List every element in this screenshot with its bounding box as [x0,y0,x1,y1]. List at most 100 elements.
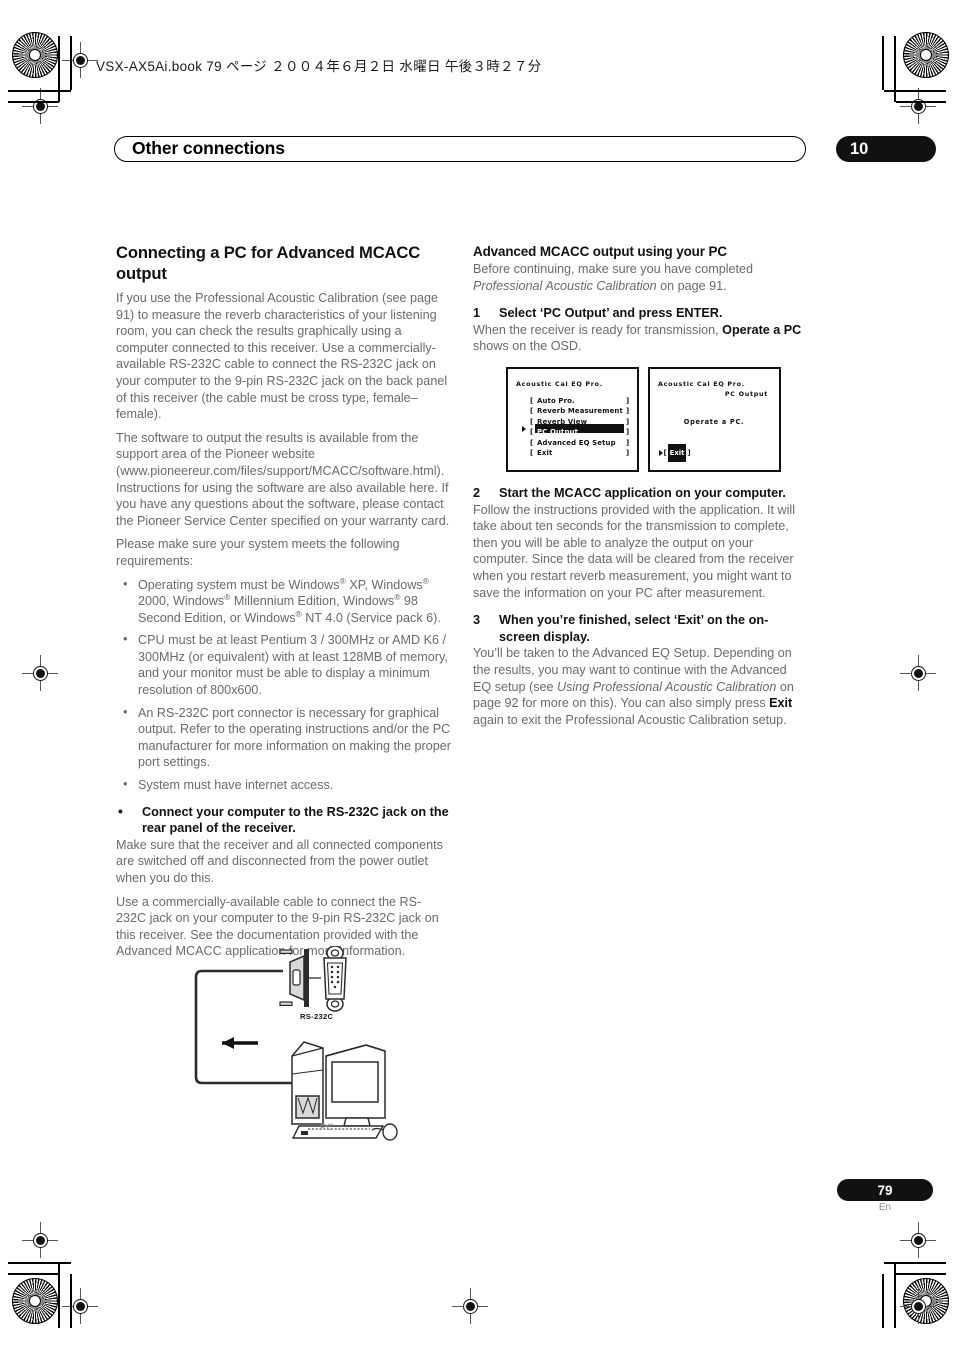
registration-crosshair-right-middle [900,655,936,691]
osd-menu-item-reverb-measurement[interactable]: [ Reverb Measurement ] [522,402,634,415]
page-number-badge: 79 [837,1179,933,1201]
osd-illustration-row: Acoustic Cal EQ Pro. [ Auto Pro. ] [ Rev… [473,366,808,474]
step-3-title: When you’re finished, select ‘Exit’ on t… [499,613,769,644]
diagram-label-rs232c: RS-232C [300,1012,334,1021]
db9-socket-icon [323,946,347,1012]
diagram-label-pc: PC [320,1122,334,1133]
osd-exit-row[interactable]: [ Exit ] [659,444,691,462]
registration-crosshair-bottom-right [900,1288,936,1324]
crop-mark-bottom-left-h2 [8,1273,59,1275]
crop-mark-bottom-right-v [894,1262,896,1328]
step-2-number: 2 [473,485,481,500]
step-2-heading: 2 Start the MCACC application on your com… [473,485,808,502]
crop-mark-top-left-v [58,36,60,102]
crop-mark-bottom-left-h [8,1262,71,1264]
step-3-number: 3 [473,613,481,628]
right-column: Advanced MCACC output using your PC Befo… [473,243,808,735]
list-item: CPU must be at least Pentium 3 / 300MHz … [116,631,451,698]
print-file-header: VSX-AX5Ai.book 79 ページ ２００４年６月２日 水曜日 午後３時… [96,59,542,74]
paragraph-before-continuing: Before continuing, make sure you have co… [473,261,808,294]
rs232c-connection-diagram [194,946,398,1141]
crop-mark-bottom-right-v2 [882,1274,884,1328]
cursor-arrow-icon [659,450,663,457]
chapter-title-text: Other connections [132,138,285,159]
direction-arrow-icon [222,1037,258,1049]
osd-screen-pc-output: Acoustic Cal EQ Pro. PC Output Operate a… [648,366,781,472]
osd-exit-label: Exit [667,444,687,462]
list-item: System must have internet access. [116,776,451,794]
step-1-osd-message: Operate a PC [722,322,802,337]
section-heading-advanced-mcacc-output: Advanced MCACC output using your PC [473,244,727,259]
intro-text-part-a: Before continuing, make sure you have co… [473,262,754,276]
intro-italic-reference: Professional Acoustic Calibration [473,278,657,293]
osd-screen-menu: Acoustic Cal EQ Pro. [ Auto Pro. ] [ Rev… [506,366,639,472]
bracket-right: ] [626,448,630,457]
osd-pc-output-subtitle: PC Output [724,390,768,399]
crop-mark-top-right-h [884,90,946,92]
requirements-list: Operating system must be Windows® XP, Wi… [116,575,451,794]
osd-menu-item-reverb-view[interactable]: [ Reverb View ] [522,413,634,426]
crop-mark-bottom-right-h2 [896,1273,946,1275]
crop-mark-bottom-left-v [58,1262,60,1328]
step-3-heading: 3 When you’re finished, select ‘Exit’ on … [473,612,808,645]
bold-bullet-connect-computer: Connect your computer to the RS-232C jac… [116,803,451,837]
requirement-internet: System must have internet access. [138,778,334,793]
step-3-text-c: again to exit the Professional Acoustic … [473,712,787,727]
crt-monitor-icon [325,1044,386,1127]
step-2-title: Start the MCACC application on your comp… [499,485,786,500]
osd-item-label: Exit [537,448,553,457]
step-1-body: When the receiver is ready for transmiss… [473,322,808,355]
osd-operate-a-pc-message: Operate a PC. [683,417,745,426]
step-1-heading: 1 Select ‘PC Output’ and press ENTER. [473,305,808,322]
crop-mark-top-left-h [8,90,71,92]
step-3-italic-reference: Using Professional Acoustic Calibration [557,679,777,694]
step-3-body: You’ll be taken to the Advanced EQ Setup… [473,645,808,728]
crop-mark-top-left-v2 [70,36,72,90]
chapter-title-bar: Other connections [114,136,806,162]
registration-crosshair-bottom-center [452,1288,488,1324]
list-item: Operating system must be Windows® XP, Wi… [116,575,451,627]
bracket-left: [ [530,448,534,457]
section-heading-connecting-pc: Connecting a PC for Advanced MCACC outpu… [116,243,421,283]
osd-menu-item-auto-pro[interactable]: [ Auto Pro. ] [522,392,634,405]
registration-crosshair-right-lower [900,1222,936,1258]
paragraph-power-off: Make sure that the receiver and all conn… [116,837,443,885]
crop-mark-bottom-left-v2 [70,1274,72,1328]
paragraph-intro: If you use the Professional Acoustic Cal… [116,291,448,422]
registration-starburst-bottom-left [12,1278,58,1324]
crop-mark-bottom-right-h [884,1262,946,1264]
bracket-right: ] [687,448,691,457]
step-1-number: 1 [473,306,481,321]
crop-mark-top-right-h2 [896,101,946,103]
dsub-plug-icon [279,949,309,1007]
keyboard-icon [291,1125,385,1139]
bracket-left: [ [663,448,667,457]
crop-mark-top-left-h2 [8,101,59,103]
list-item: An RS-232C port connector is necessary f… [116,704,451,771]
osd-item-label: PC Output [537,428,579,437]
osd-menu-item-pc-output-selected[interactable]: [ PC Output ] [522,423,634,436]
step-3-exit-button-name: Exit [769,696,793,711]
osd-menu-item-exit[interactable]: [ Exit ] [522,444,634,457]
crop-mark-top-right-v2 [882,36,884,90]
osd-menu-list: [ Auto Pro. ] [ Reverb Measurement ] [ R… [522,392,634,457]
step-1-title: Select ‘PC Output’ and press ENTER. [499,306,723,321]
registration-crosshair-left-lower [22,1222,58,1258]
step-1-text-a: When the receiver is ready for transmiss… [473,322,723,337]
requirement-os: Operating system must be Windows® XP, Wi… [138,575,441,625]
registration-starburst-top-left [12,32,58,78]
registration-starburst-top-right [903,32,949,78]
osd-menu-title: Acoustic Cal EQ Pro. [516,379,603,388]
step-2-body: Follow the instructions provided with th… [473,502,795,600]
cursor-arrow-icon [522,425,526,432]
chapter-number-badge: 10 [836,136,936,162]
page-language-code: En [878,1202,892,1213]
registration-crosshair-top-left [62,42,98,78]
pc-tower-icon [291,1041,324,1125]
registration-crosshair-left-upper [22,88,58,124]
crop-mark-top-right-v [894,36,896,102]
paragraph-requirements-lead: Please make sure your system meets the f… [116,537,400,568]
requirement-port: An RS-232C port connector is necessary f… [138,705,451,770]
requirement-cpu: CPU must be at least Pentium 3 / 300MHz … [138,633,448,698]
registration-crosshair-bottom-left [62,1288,98,1324]
